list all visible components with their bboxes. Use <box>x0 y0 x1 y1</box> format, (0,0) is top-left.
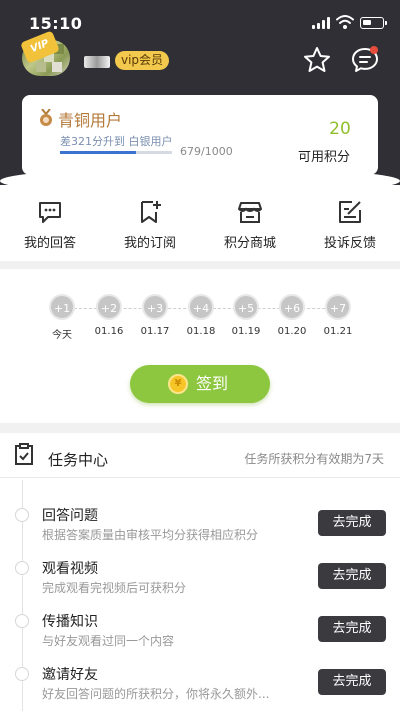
bookmark-add-icon <box>141 201 161 223</box>
unread-dot <box>370 46 378 54</box>
level-progress-bar <box>60 151 172 154</box>
task-name: 邀请好友 <box>42 667 98 683</box>
star-icon[interactable] <box>302 45 332 75</box>
shortcut-my-subscriptions[interactable]: 我的订阅 <box>105 195 195 259</box>
task-center-header: 任务中心 任务所获积分有效期为7天 <box>0 435 400 477</box>
task-desc: 好友回答问题的所获积分，你将永久额外... <box>42 687 270 701</box>
checkin-day: +1 今天 <box>40 294 84 341</box>
task-desc: 根据答案质量由审核平均分获得相应积分 <box>42 528 259 542</box>
day-label: 01.17 <box>140 326 170 337</box>
cellular-signal-icon <box>312 17 332 29</box>
task-complete-button[interactable]: 去完成 <box>318 616 386 642</box>
wifi-icon <box>336 15 354 29</box>
section-divider <box>0 423 400 433</box>
task-item: 回答问题 根据答案质量由审核平均分获得相应积分 去完成 <box>0 500 400 550</box>
shortcut-points-mall[interactable]: 积分商城 <box>205 195 295 259</box>
points-link[interactable]: 可用积分 <box>298 146 350 165</box>
task-center-note: 任务所获积分有效期为7天 <box>244 452 384 466</box>
task-header-divider <box>0 477 400 478</box>
shortcut-my-answers[interactable]: 我的回答 <box>5 195 95 259</box>
task-desc: 与好友观看过同一个内容 <box>42 634 175 648</box>
level-progress-fill <box>60 151 137 154</box>
day-bonus: +2 <box>96 294 122 320</box>
day-bonus: +1 <box>49 294 75 320</box>
coin-icon <box>168 374 188 394</box>
task-item: 邀请好友 好友回答问题的所获积分，你将永久额外... 去完成 <box>0 659 400 709</box>
task-name: 回答问题 <box>42 508 98 524</box>
task-item: 传播知识 与好友观看过同一个内容 去完成 <box>0 606 400 656</box>
checkin-label: 签到 <box>196 374 229 393</box>
task-name: 传播知识 <box>42 614 98 630</box>
day-bonus: +3 <box>142 294 168 320</box>
shortcut-label: 投诉反馈 <box>323 236 376 251</box>
shortcut-row: 我的回答 我的订阅 积分商城 投诉反馈 <box>0 195 400 259</box>
section-divider <box>0 261 400 269</box>
medal-icon <box>40 109 52 126</box>
day-bonus: +5 <box>233 294 259 320</box>
shop-icon <box>238 202 262 223</box>
task-name: 观看视频 <box>42 561 98 577</box>
level-card[interactable]: 青铜用户 差321分升到 白银用户 679/1000 20 可用积分 <box>22 95 385 175</box>
edit-icon <box>339 201 361 223</box>
checkin-day: +5 01.19 <box>224 294 268 337</box>
timeline-dot <box>15 614 29 628</box>
day-label: 01.19 <box>231 326 261 337</box>
day-bonus: +7 <box>325 294 351 320</box>
task-complete-button[interactable]: 去完成 <box>318 563 386 589</box>
task-complete-button[interactable]: 去完成 <box>318 510 386 536</box>
points-value: 20 <box>329 119 351 139</box>
timeline-dot <box>15 561 29 575</box>
checkin-day: +3 01.17 <box>133 294 177 337</box>
day-label: 01.20 <box>277 326 307 337</box>
status-time: 15:10 <box>29 14 83 33</box>
task-item: 观看视频 完成观看完视频后可获积分 去完成 <box>0 553 400 603</box>
task-complete-button[interactable]: 去完成 <box>318 669 386 695</box>
checkin-day: +2 01.16 <box>87 294 131 337</box>
checkin-days: +1 今天 +2 01.16 +3 01.17 +4 01.18 +5 01.1… <box>0 294 400 344</box>
day-bonus: +6 <box>279 294 305 320</box>
checkin-day: +6 01.20 <box>270 294 314 337</box>
shortcut-feedback[interactable]: 投诉反馈 <box>305 195 395 259</box>
level-name: 青铜用户 <box>58 111 123 130</box>
day-label: 01.16 <box>94 326 124 337</box>
task-desc: 完成观看完视频后可获积分 <box>42 581 187 595</box>
day-bonus: +4 <box>188 294 214 320</box>
username-blurred <box>84 56 110 68</box>
day-label: 今天 <box>52 330 72 341</box>
day-label: 01.21 <box>323 326 353 337</box>
task-center-title: 任务中心 <box>48 451 109 469</box>
vip-badge[interactable]: vip会员 <box>115 51 170 70</box>
battery-icon <box>360 17 387 29</box>
timeline-dot <box>15 667 29 681</box>
shortcut-label: 我的订阅 <box>123 236 176 251</box>
shortcut-label: 我的回答 <box>23 236 76 251</box>
clipboard-check-icon <box>15 443 33 465</box>
chat-icon <box>39 202 61 223</box>
level-progress-text: 差321分升到 白银用户 <box>60 135 173 148</box>
day-label: 01.18 <box>186 326 216 337</box>
checkin-day: +4 01.18 <box>179 294 223 337</box>
checkin-day: +7 01.21 <box>316 294 360 337</box>
status-bar: 15:10 <box>0 0 400 44</box>
level-progress-count: 679/1000 <box>180 145 233 158</box>
timeline-dot <box>15 508 29 522</box>
shortcut-label: 积分商城 <box>223 236 276 251</box>
checkin-button[interactable]: 签到 <box>130 365 270 403</box>
